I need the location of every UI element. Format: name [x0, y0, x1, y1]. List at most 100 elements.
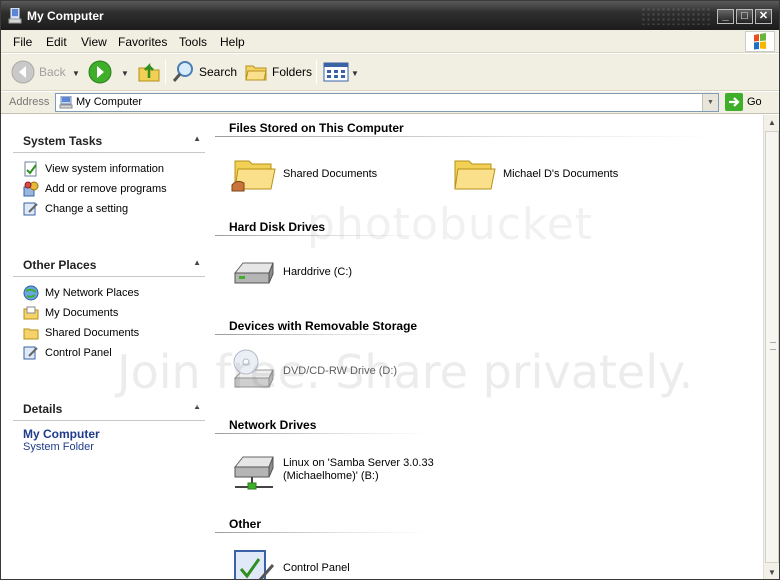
scroll-up-arrow-icon[interactable]: ▲ [764, 115, 779, 131]
item-network-drive-b[interactable]: Linux on 'Samba Server 3.0.33 (Michaelho… [229, 445, 434, 495]
forward-dropdown-icon[interactable]: ▼ [121, 69, 129, 78]
content-pane: Files Stored on This Computer Shared Doc… [215, 115, 763, 579]
item-control-panel[interactable]: Control Panel [229, 543, 350, 579]
search-button[interactable]: Search [171, 58, 237, 86]
collapse-icon[interactable]: ▲ [193, 134, 201, 143]
menu-tools[interactable]: Tools [179, 35, 207, 49]
maximize-button[interactable]: □ [736, 9, 753, 24]
panel-title: Other Places [23, 258, 97, 272]
menu-file[interactable]: File [13, 35, 32, 49]
menu-edit[interactable]: Edit [46, 35, 67, 49]
details-item-type: System Folder [23, 441, 94, 453]
address-value: My Computer [76, 96, 143, 108]
control-panel-icon [23, 202, 38, 216]
forward-arrow-icon [88, 60, 112, 84]
group-other: Other [215, 514, 763, 533]
computer-icon [59, 96, 73, 109]
task-view-system-info[interactable]: View system information [13, 159, 205, 179]
search-label: Search [199, 65, 238, 79]
group-divider [215, 433, 431, 434]
details-panel: Details ▲ My Computer System Folder [13, 397, 205, 453]
group-removable-storage: Devices with Removable Storage [215, 316, 763, 335]
place-my-network-places[interactable]: My Network Places [13, 283, 205, 303]
group-divider [215, 532, 431, 533]
menu-bar: File Edit View Favorites Tools Help [1, 30, 779, 53]
back-arrow-icon [11, 60, 35, 84]
back-dropdown-icon[interactable]: ▼ [72, 69, 80, 78]
my-documents-icon [23, 306, 39, 320]
group-divider [215, 235, 431, 236]
close-button[interactable]: ✕ [755, 9, 772, 24]
other-places-header[interactable]: Other Places ▲ [13, 253, 205, 277]
control-panel-icon [23, 346, 38, 360]
back-button[interactable]: Back [11, 58, 66, 86]
search-icon [172, 61, 193, 82]
details-header[interactable]: Details ▲ [13, 397, 205, 421]
network-places-icon [23, 285, 39, 301]
menu-help[interactable]: Help [220, 35, 245, 49]
my-computer-window: My Computer _ □ ✕ File Edit View Favorit… [0, 0, 780, 580]
back-label: Back [39, 65, 66, 79]
item-dvd-drive-d[interactable]: DVD/CD-RW Drive (D:) [229, 346, 397, 396]
item-michael-documents[interactable]: Michael D's Documents [449, 149, 618, 199]
grip-icon [770, 342, 776, 350]
item-harddrive-c[interactable]: Harddrive (C:) [229, 247, 352, 297]
panel-title: Details [23, 402, 63, 416]
place-my-documents[interactable]: My Documents [13, 303, 205, 323]
address-bar: Address My Computer ▼ Go [1, 92, 779, 114]
menu-favorites[interactable]: Favorites [118, 35, 167, 49]
panel-title: System Tasks [23, 134, 103, 148]
toolbar-separator [165, 60, 166, 84]
group-divider [215, 334, 431, 335]
go-arrow-icon [725, 93, 743, 111]
menu-view[interactable]: View [81, 35, 107, 49]
folders-icon [245, 65, 267, 81]
minimize-button[interactable]: _ [717, 9, 734, 24]
group-title: Hard Disk Drives [229, 220, 326, 234]
hard-drive-icon [233, 262, 274, 284]
dvd-drive-icon [233, 349, 274, 388]
windows-logo-icon [745, 31, 775, 52]
group-title: Other [229, 517, 262, 531]
folders-label: Folders [272, 65, 313, 79]
forward-button[interactable] [88, 58, 112, 86]
network-drive-label: Linux on 'Samba Server 3.0.33 (Michaelho… [283, 457, 434, 482]
system-tasks-header[interactable]: System Tasks ▲ [13, 129, 205, 153]
computer-icon [8, 8, 22, 24]
address-dropdown-icon[interactable]: ▼ [702, 94, 718, 111]
item-shared-documents[interactable]: Shared Documents [229, 149, 377, 199]
shared-folder-icon [231, 160, 276, 192]
scroll-thumb[interactable] [765, 131, 779, 563]
address-label: Address [9, 96, 50, 108]
group-network-drives: Network Drives [215, 415, 763, 434]
task-change-setting[interactable]: Change a setting [13, 199, 205, 219]
standard-toolbar: Back ▼ ▼ Search Folders ▼ [1, 54, 779, 91]
collapse-icon[interactable]: ▲ [193, 258, 201, 267]
details-item-name: My Computer [23, 427, 100, 441]
go-button[interactable]: Go [725, 93, 762, 111]
collapse-icon[interactable]: ▲ [193, 402, 201, 411]
group-title: Network Drives [229, 418, 317, 432]
address-input[interactable]: My Computer ▼ [55, 93, 719, 112]
folder-icon [454, 160, 496, 190]
views-icon [323, 62, 349, 82]
vertical-scrollbar[interactable]: ▲ ▼ [763, 115, 779, 579]
group-title: Files Stored on This Computer [229, 121, 404, 135]
folders-button[interactable]: Folders [244, 58, 312, 86]
views-button[interactable] [323, 58, 349, 86]
place-shared-documents[interactable]: Shared Documents [13, 323, 205, 343]
place-control-panel[interactable]: Control Panel [13, 343, 205, 363]
group-hard-disk-drives: Hard Disk Drives [215, 217, 763, 236]
task-add-remove-programs[interactable]: Add or remove programs [13, 179, 205, 199]
system-info-icon [24, 161, 37, 177]
go-label: Go [747, 96, 762, 108]
toolbar-separator [316, 60, 317, 84]
group-divider [215, 136, 715, 137]
up-folder-button[interactable] [137, 58, 161, 86]
title-bar[interactable]: My Computer _ □ ✕ [1, 1, 779, 30]
group-title: Devices with Removable Storage [229, 319, 418, 333]
scroll-down-arrow-icon[interactable]: ▼ [764, 565, 779, 579]
system-tasks-panel: System Tasks ▲ View system information A… [13, 129, 205, 219]
add-remove-programs-icon [23, 181, 39, 197]
views-dropdown-icon[interactable]: ▼ [351, 69, 359, 78]
